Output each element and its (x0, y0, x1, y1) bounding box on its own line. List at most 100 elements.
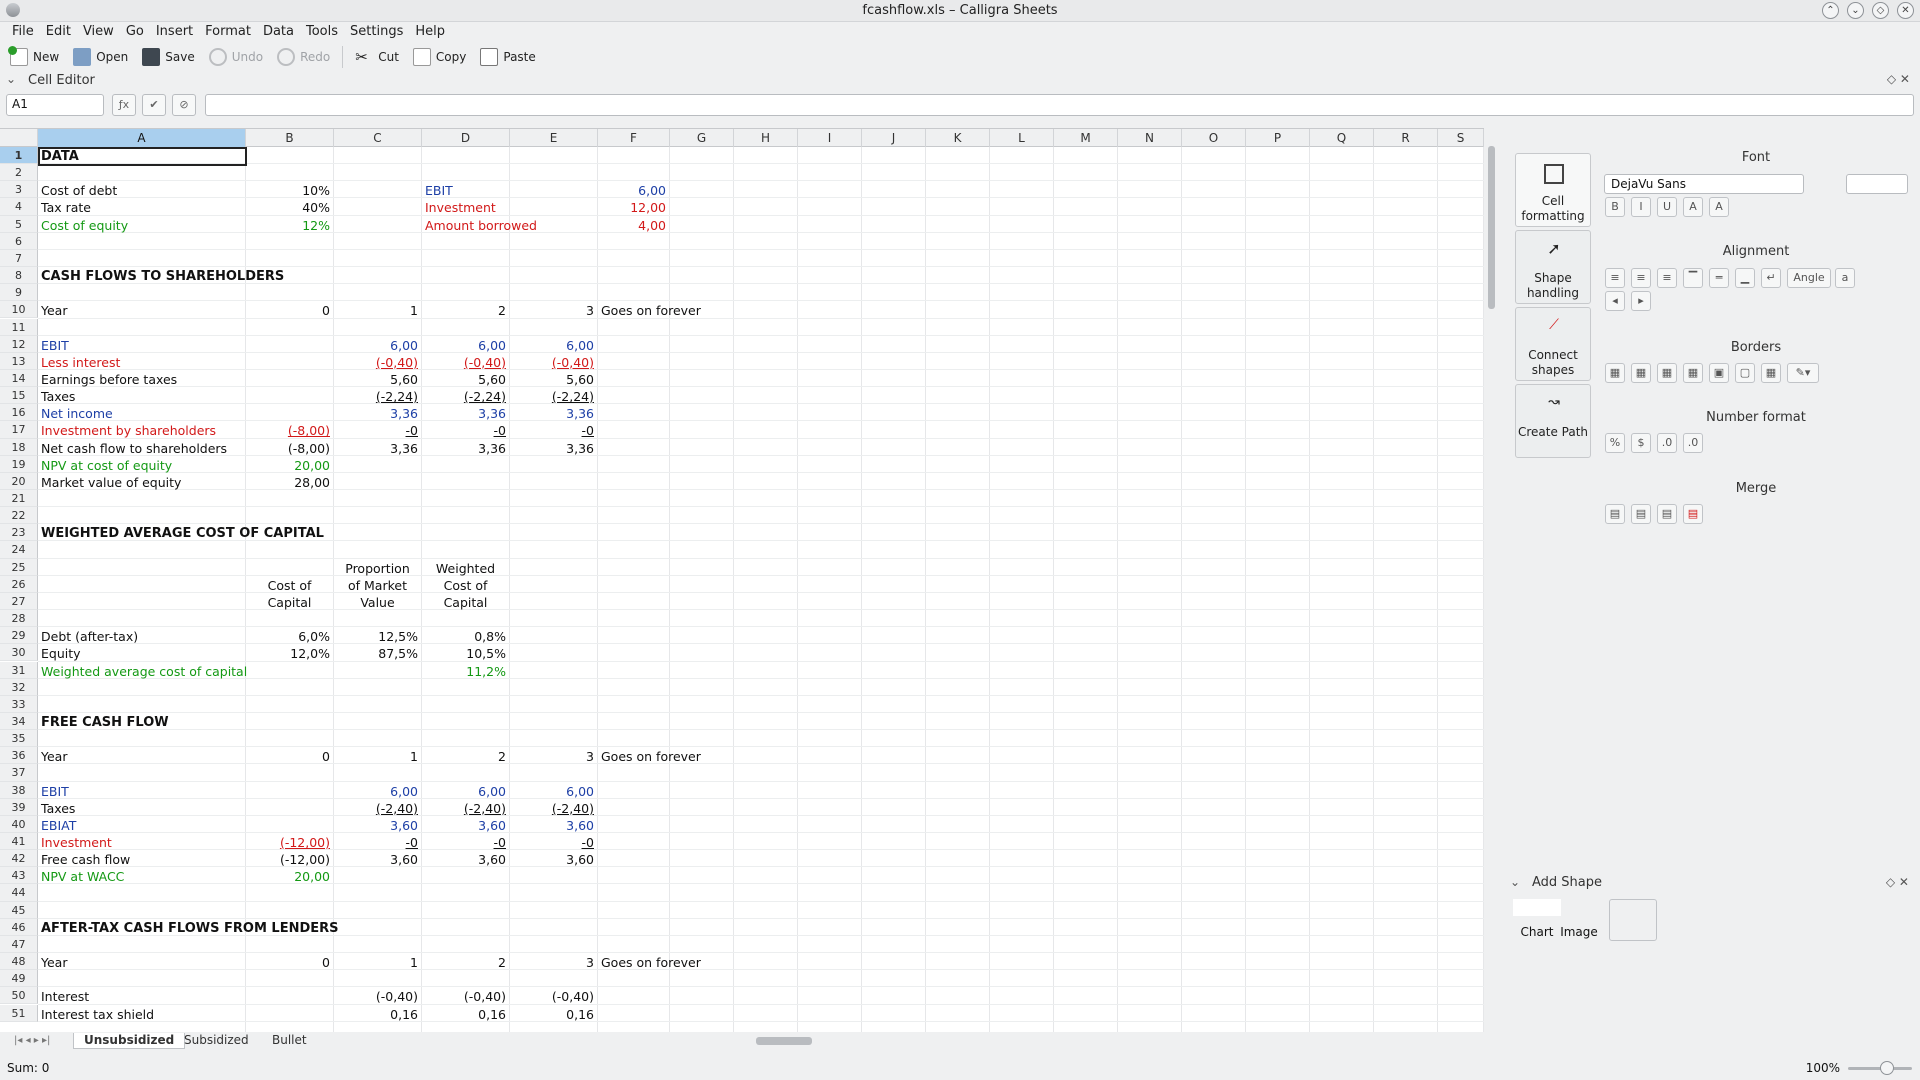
column-header-e[interactable]: E (510, 129, 598, 147)
column-header-k[interactable]: K (926, 129, 990, 147)
row-header[interactable]: 3 (0, 181, 38, 199)
cell-f10[interactable]: Goes on forever (599, 302, 732, 319)
row-header[interactable]: 50 (0, 987, 38, 1005)
cell-e36[interactable]: 3 (511, 748, 596, 765)
menu-data[interactable]: Data (257, 22, 300, 42)
merge-cells-icon[interactable]: ▤ (1605, 504, 1625, 524)
font-size-select[interactable] (1846, 174, 1908, 194)
row-header[interactable]: 24 (0, 541, 38, 559)
cell-a51[interactable]: Interest tax shield (39, 1006, 244, 1023)
row-header[interactable]: 25 (0, 558, 38, 576)
row-header[interactable]: 14 (0, 369, 38, 388)
border-outline-icon[interactable]: ▢ (1735, 363, 1755, 383)
row-header[interactable]: 16 (0, 404, 38, 422)
cell-e51[interactable]: 0,16 (511, 1006, 596, 1023)
cell-a41[interactable]: Investment (39, 834, 244, 851)
row-header[interactable]: 40 (0, 815, 38, 833)
align-top-icon[interactable]: ▔ (1683, 268, 1703, 288)
row-header[interactable]: 36 (0, 747, 38, 765)
cell-a3[interactable]: Cost of debt (39, 182, 244, 199)
row-header[interactable]: 1 (0, 147, 38, 165)
align-right-icon[interactable]: ≡ (1657, 268, 1677, 288)
chart-shape[interactable]: Chart (1513, 899, 1561, 941)
column-header-l[interactable]: L (990, 129, 1054, 147)
merge-vertical-icon[interactable]: ▤ (1657, 504, 1677, 524)
cell-e10[interactable]: 3 (511, 302, 596, 319)
cell-c14[interactable]: 5,60 (335, 371, 420, 388)
cell-a46[interactable]: AFTER-TAX CASH FLOWS FROM LENDERS (39, 920, 339, 937)
horizontal-scrollbar[interactable] (756, 1035, 1476, 1047)
merge-horizontal-icon[interactable]: ▤ (1631, 504, 1651, 524)
cell-f5[interactable]: 4,00 (599, 217, 668, 234)
cell-e42[interactable]: 3,60 (511, 851, 596, 868)
cell-a36[interactable]: Year (39, 748, 244, 765)
cell-a50[interactable]: Interest (39, 988, 244, 1005)
cell-c50[interactable]: (-0,40) (335, 988, 420, 1005)
cell-e39[interactable]: (-2,40) (511, 800, 596, 817)
cell-a12[interactable]: EBIT (39, 337, 244, 354)
decrease-precision-icon[interactable]: .0 (1683, 433, 1703, 453)
row-header[interactable]: 2 (0, 164, 38, 182)
row-header[interactable]: 37 (0, 764, 38, 782)
column-header-d[interactable]: D (422, 129, 510, 147)
column-header-m[interactable]: M (1054, 129, 1118, 147)
row-header[interactable]: 48 (0, 953, 38, 971)
cell-e41[interactable]: -0 (511, 834, 596, 851)
menu-edit[interactable]: Edit (40, 22, 77, 42)
cell-b26[interactable]: Cost of (247, 577, 332, 594)
cell-f48[interactable]: Goes on forever (599, 954, 732, 971)
cell-c16[interactable]: 3,36 (335, 405, 420, 422)
row-header[interactable]: 17 (0, 421, 38, 439)
row-header[interactable]: 35 (0, 730, 38, 748)
cell-a8[interactable]: CASH FLOWS TO SHAREHOLDERS (39, 268, 332, 285)
column-header-j[interactable]: J (862, 129, 926, 147)
cell-a19[interactable]: NPV at cost of equity (39, 457, 244, 474)
column-header-a[interactable]: A (38, 129, 246, 147)
cell-d17[interactable]: -0 (423, 422, 508, 439)
border-bottom-icon[interactable]: ▦ (1683, 363, 1703, 383)
cell-a42[interactable]: Free cash flow (39, 851, 244, 868)
cell-d30[interactable]: 10,5% (423, 645, 508, 662)
row-header[interactable]: 20 (0, 472, 38, 490)
align-center-icon[interactable]: ≡ (1631, 268, 1651, 288)
cell-c30[interactable]: 87,5% (335, 645, 420, 662)
border-all-icon[interactable]: ▣ (1709, 363, 1729, 383)
cell-a5[interactable]: Cost of equity (39, 217, 244, 234)
cell-d51[interactable]: 0,16 (423, 1006, 508, 1023)
copy-button[interactable]: Copy (407, 45, 472, 69)
cell-d18[interactable]: 3,36 (423, 440, 508, 457)
row-header[interactable]: 32 (0, 678, 38, 696)
row-header[interactable]: 18 (0, 438, 38, 456)
row-header[interactable]: 43 (0, 867, 38, 885)
menu-file[interactable]: File (6, 22, 40, 42)
cell-b30[interactable]: 12,0% (247, 645, 332, 662)
more-shapes-button[interactable] (1609, 899, 1657, 941)
row-header[interactable]: 6 (0, 232, 38, 250)
cell-c18[interactable]: 3,36 (335, 440, 420, 457)
cell-d36[interactable]: 2 (423, 748, 508, 765)
row-header[interactable]: 28 (0, 610, 38, 628)
italic-icon[interactable]: I (1631, 197, 1651, 217)
tool-cell-formatting[interactable]: Cell formatting (1515, 153, 1591, 227)
cell-c12[interactable]: 6,00 (335, 337, 420, 354)
currency-format-icon[interactable]: $ (1631, 433, 1651, 453)
open-button[interactable]: Open (67, 45, 134, 69)
cell-b36[interactable]: 0 (247, 748, 332, 765)
border-color-icon[interactable]: ✎▾ (1787, 363, 1819, 383)
cell-c41[interactable]: -0 (335, 834, 420, 851)
cell-b29[interactable]: 6,0% (247, 628, 332, 645)
vertical-text-icon[interactable]: a (1835, 268, 1855, 288)
cell-c48[interactable]: 1 (335, 954, 420, 971)
cell-d13[interactable]: (-0,40) (423, 354, 508, 371)
cell-d3[interactable]: EBIT (423, 182, 508, 199)
menu-view[interactable]: View (77, 22, 120, 42)
row-header[interactable]: 29 (0, 627, 38, 645)
cell-a20[interactable]: Market value of equity (39, 474, 244, 491)
row-header[interactable]: 23 (0, 524, 38, 542)
cell-d41[interactable]: -0 (423, 834, 508, 851)
cell-b4[interactable]: 40% (247, 199, 332, 216)
save-button[interactable]: Save (136, 45, 200, 69)
tool-create-path[interactable]: ↝ Create Path (1515, 384, 1591, 458)
new-button[interactable]: New (4, 45, 65, 69)
cell-d12[interactable]: 6,00 (423, 337, 508, 354)
